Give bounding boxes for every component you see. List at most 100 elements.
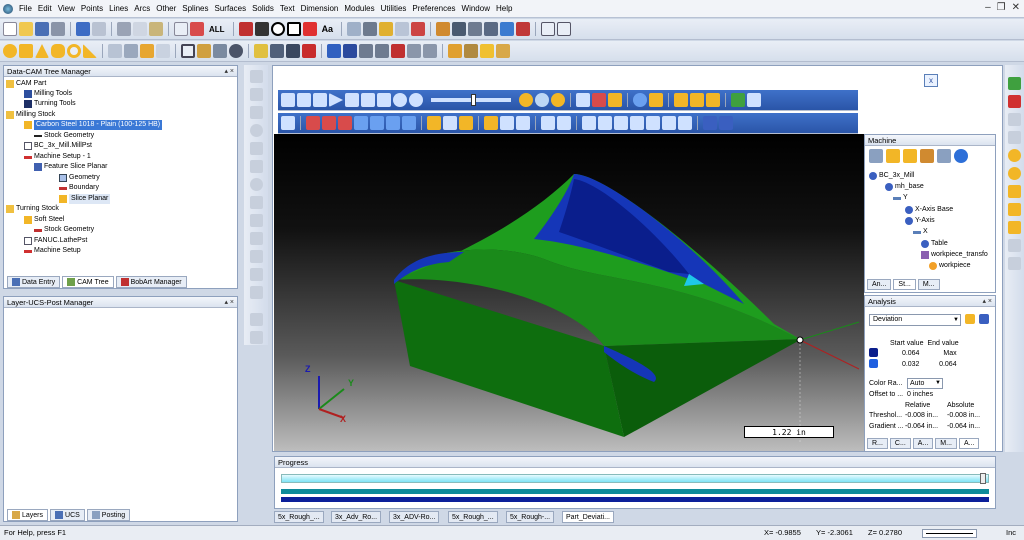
- menu-utilities[interactable]: Utilities: [378, 4, 410, 13]
- menu-help[interactable]: Help: [493, 4, 515, 13]
- undo-icon[interactable]: [76, 22, 90, 36]
- pin-icon[interactable]: ▴ ×: [982, 296, 992, 307]
- eraser-icon[interactable]: [249, 331, 263, 344]
- view-front-icon[interactable]: [322, 116, 336, 130]
- circle-icon[interactable]: [270, 22, 285, 36]
- fillet-icon[interactable]: [249, 214, 263, 227]
- target-icon[interactable]: [535, 93, 549, 107]
- view-right-icon[interactable]: [370, 116, 384, 130]
- circle-icon[interactable]: [249, 124, 263, 137]
- machine-item-y[interactable]: Y: [893, 193, 908, 203]
- cylinder-icon[interactable]: [51, 44, 65, 58]
- arc-icon[interactable]: [249, 106, 263, 119]
- tree-item-milling-stock[interactable]: Milling Stock: [6, 110, 55, 120]
- layer-icon[interactable]: [347, 22, 362, 36]
- menu-edit[interactable]: Edit: [35, 4, 55, 13]
- lasso-icon[interactable]: [541, 116, 555, 130]
- grid-icon[interactable]: [516, 22, 531, 36]
- deviation-row[interactable]: 0.064 Max: [867, 348, 961, 359]
- split-icon[interactable]: [407, 44, 421, 58]
- progress-slider-thumb[interactable]: [980, 473, 986, 484]
- menu-other[interactable]: Other: [153, 4, 179, 13]
- select-icon[interactable]: [190, 22, 204, 36]
- repeat-icon[interactable]: [409, 93, 423, 107]
- chamfer-icon[interactable]: [423, 44, 437, 58]
- tab-a2[interactable]: A...: [958, 438, 980, 449]
- line-icon[interactable]: [249, 88, 263, 101]
- pencil-icon[interactable]: [249, 313, 263, 326]
- cut-icon[interactable]: [117, 22, 131, 36]
- path-4-icon[interactable]: [630, 116, 644, 130]
- extrude-icon[interactable]: [108, 44, 122, 58]
- apply-icon[interactable]: [1008, 113, 1021, 126]
- fast-forward-icon[interactable]: [361, 93, 375, 107]
- stack-icon[interactable]: [1008, 239, 1021, 252]
- tab-machine[interactable]: M...: [917, 279, 940, 290]
- boolean-icon[interactable]: [302, 44, 316, 58]
- clock-icon[interactable]: [519, 93, 533, 107]
- path-7-icon[interactable]: [678, 116, 692, 130]
- doc-tab-3[interactable]: 3x_ADV-Ro...: [389, 511, 440, 523]
- tree-item-cam-part[interactable]: CAM Part: [6, 79, 46, 89]
- tree-item-slice-planar[interactable]: Slice Planar: [59, 194, 111, 205]
- layers-view-icon[interactable]: [516, 116, 530, 130]
- point-icon[interactable]: [249, 70, 263, 83]
- tab-cam-tree[interactable]: CAM Tree: [62, 276, 114, 288]
- pin-icon[interactable]: ▴ ×: [224, 297, 234, 308]
- axis-icon[interactable]: [427, 116, 441, 130]
- path-6-icon[interactable]: [662, 116, 676, 130]
- machine-tool-5-icon[interactable]: [937, 149, 951, 163]
- tree-item-milling-tools[interactable]: Milling Tools: [24, 89, 72, 99]
- color-icon[interactable]: [238, 22, 253, 36]
- tab-a[interactable]: A...: [912, 438, 934, 449]
- camera-icon[interactable]: [496, 44, 510, 58]
- tree-item-stock-geometry-2[interactable]: Stock Geometry: [34, 225, 94, 235]
- plane-icon[interactable]: [197, 44, 211, 58]
- text-style-button[interactable]: Aa: [319, 24, 337, 34]
- path-icon[interactable]: [582, 116, 596, 130]
- doc-tab-6[interactable]: Part_Deviati...: [562, 511, 614, 523]
- cone-icon[interactable]: [35, 44, 49, 58]
- tab-bobart-manager[interactable]: BobArt Manager: [115, 276, 187, 288]
- fillet-icon[interactable]: [286, 44, 300, 58]
- 3d-viewport[interactable]: Z Y X 1.22 in: [274, 134, 864, 451]
- cube-view-icon[interactable]: [500, 116, 514, 130]
- color-swatch[interactable]: [869, 348, 878, 357]
- line-style-select[interactable]: [922, 529, 977, 538]
- ruler-icon[interactable]: [1008, 185, 1021, 198]
- threshold-absolute[interactable]: -0.008 in...: [947, 412, 980, 419]
- target-icon[interactable]: [1008, 149, 1021, 162]
- path-2-icon[interactable]: [598, 116, 612, 130]
- trim-icon[interactable]: [249, 232, 263, 245]
- back-icon[interactable]: [313, 93, 327, 107]
- play-icon[interactable]: [329, 93, 343, 107]
- tile-icon[interactable]: [557, 22, 572, 36]
- ellipse-icon[interactable]: [249, 178, 263, 191]
- minimize-icon[interactable]: –: [985, 2, 991, 13]
- options-icon[interactable]: [1008, 131, 1021, 144]
- color-range-select[interactable]: Auto ▼: [907, 378, 943, 389]
- display-icon[interactable]: [576, 93, 590, 107]
- tree-item-machine-setup-1[interactable]: Machine Setup - 1: [24, 152, 91, 162]
- tool-display-icon[interactable]: [608, 93, 622, 107]
- menu-modules[interactable]: Modules: [341, 4, 377, 13]
- view-top-icon[interactable]: [386, 116, 400, 130]
- cube-display-icon[interactable]: [592, 93, 606, 107]
- machine-item-bc3x[interactable]: BC_3x_Mill: [869, 171, 914, 181]
- tree-item-stock-geometry[interactable]: Stock Geometry: [34, 131, 94, 141]
- grid-view-icon[interactable]: [674, 93, 688, 107]
- menu-text[interactable]: Text: [277, 4, 298, 13]
- tool-icon[interactable]: [459, 116, 473, 130]
- path-5-icon[interactable]: [646, 116, 660, 130]
- view-iso-icon[interactable]: [306, 116, 320, 130]
- tab-posting[interactable]: Posting: [86, 509, 131, 521]
- shade-icon[interactable]: [649, 93, 663, 107]
- offset-icon[interactable]: [249, 196, 263, 209]
- tree-item-geometry[interactable]: Geometry: [59, 173, 100, 183]
- wedge-icon[interactable]: [83, 44, 97, 58]
- box-icon[interactable]: [19, 44, 33, 58]
- view-back-icon[interactable]: [338, 116, 352, 130]
- machine-tool-1-icon[interactable]: [869, 149, 883, 163]
- flag-icon[interactable]: [1008, 221, 1021, 234]
- analysis-run-icon[interactable]: [979, 314, 989, 324]
